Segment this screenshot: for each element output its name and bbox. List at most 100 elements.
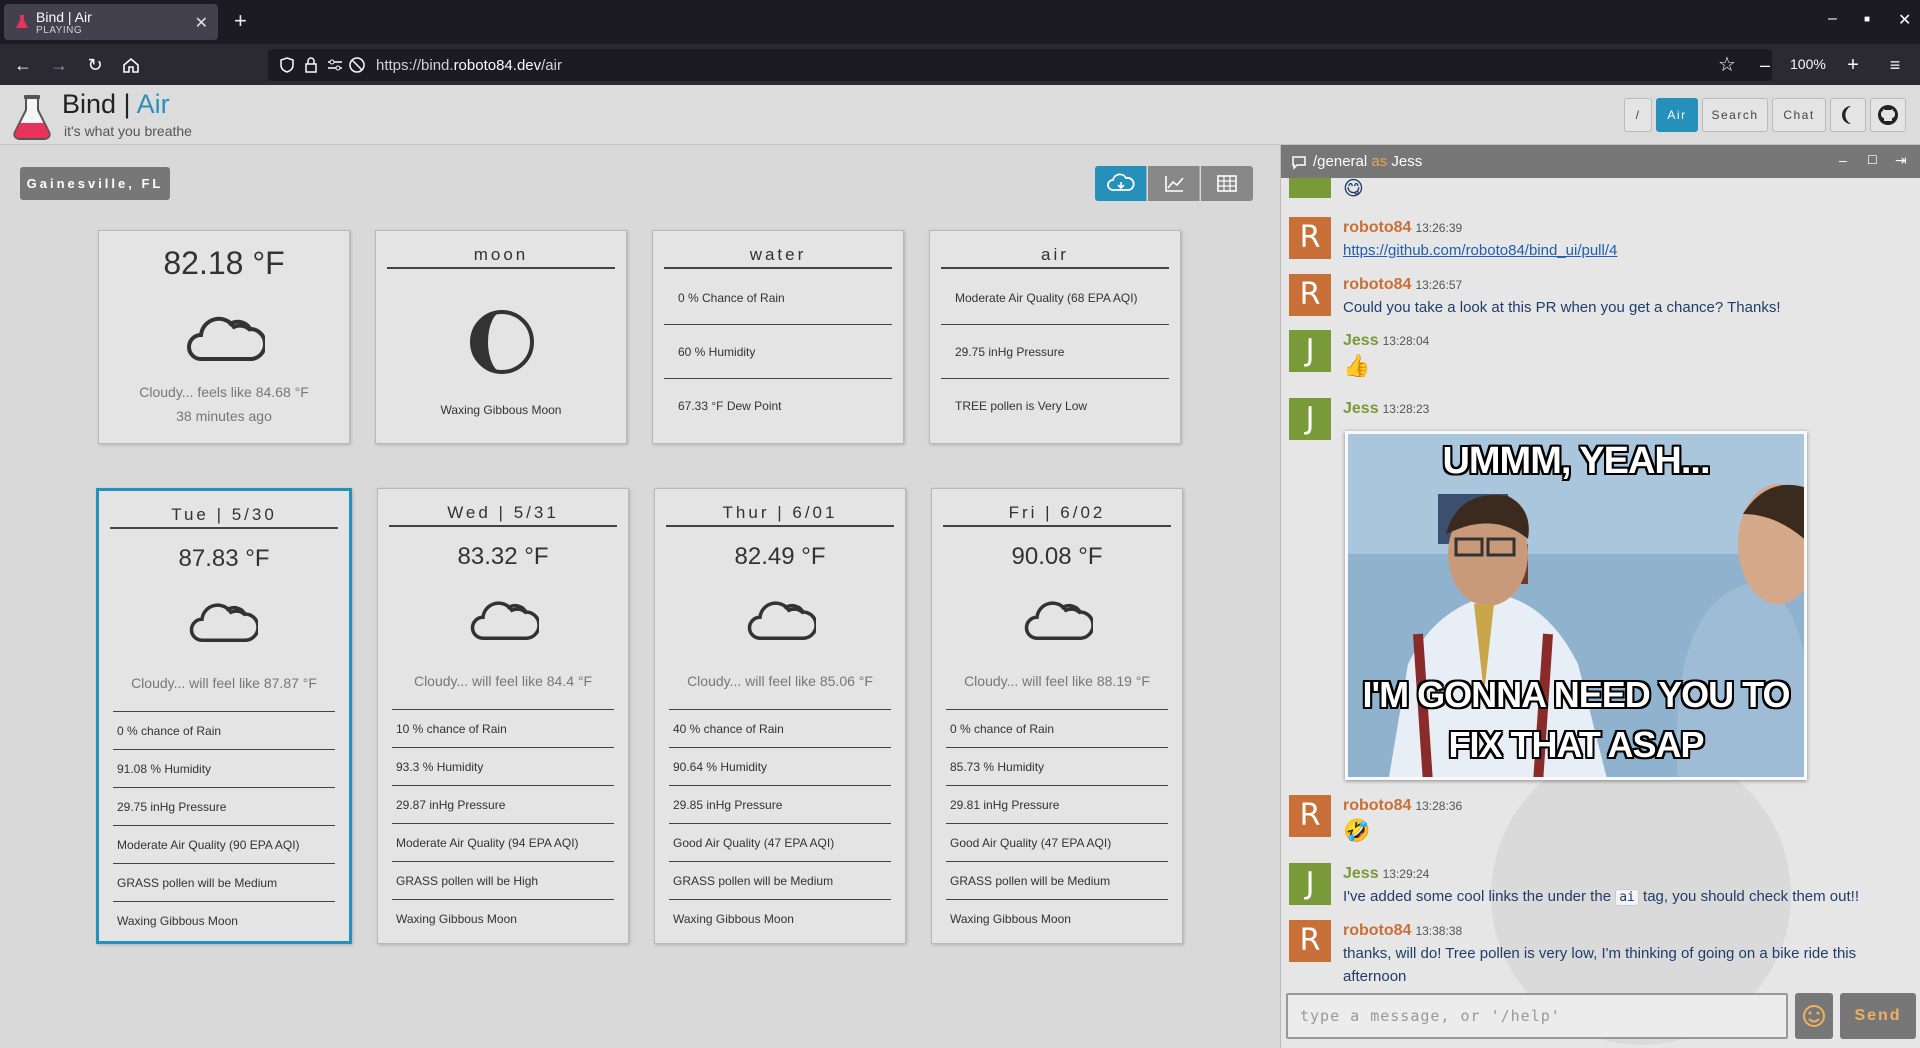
- forecast-pressure: 29.85 inHg Pressure: [669, 785, 891, 823]
- forecast-pressure: 29.81 inHg Pressure: [946, 785, 1168, 823]
- forecast-feels-like: Cloudy... will feel like 88.19 °F: [964, 673, 1150, 689]
- view-toggle-group: [1095, 166, 1253, 201]
- message-text: 🤣: [1343, 818, 1371, 843]
- menu-icon[interactable]: ≡: [1882, 52, 1908, 78]
- chat-channel-title: /general as Jess: [1313, 153, 1423, 170]
- url-text: https://bind.roboto84.dev/air: [376, 57, 562, 74]
- air-pollen: TREE pollen is Very Low: [955, 399, 1088, 413]
- current-updated: 38 minutes ago: [176, 408, 272, 424]
- water-card-title: water: [664, 245, 892, 269]
- chat-message-input[interactable]: [1288, 995, 1786, 1037]
- moon-icon: [1842, 106, 1851, 124]
- flask-icon: [16, 15, 28, 28]
- message-author: Jess 13:28:04: [1343, 332, 1430, 349]
- flask-logo-icon: [13, 95, 51, 140]
- avatar: J: [1289, 398, 1331, 440]
- forecast-card[interactable]: Fri | 6/02 90.08 °F Cloudy... will feel …: [931, 488, 1183, 944]
- forecast-temperature: 90.08 °F: [1011, 543, 1103, 570]
- nav-search-button[interactable]: Search: [1702, 98, 1768, 132]
- forecast-rain: 0 % chance of Rain: [946, 709, 1168, 747]
- back-arrow-icon[interactable]: ←: [10, 52, 36, 78]
- avatar: J: [1289, 330, 1331, 372]
- new-tab-icon[interactable]: +: [234, 8, 247, 34]
- avatar: R: [1289, 274, 1331, 316]
- forecast-feels-like: Cloudy... will feel like 85.06 °F: [687, 673, 873, 689]
- forecast-pollen: GRASS pollen will be Medium: [669, 861, 891, 899]
- forward-arrow-icon[interactable]: →: [46, 52, 72, 78]
- shield-icon[interactable]: [278, 56, 296, 74]
- close-tab-icon[interactable]: ✕: [195, 13, 208, 33]
- autoplay-blocked-icon[interactable]: [348, 56, 366, 74]
- nav-air-button[interactable]: Air: [1656, 98, 1698, 132]
- message-text: thanks, will do! Tree pollen is very low…: [1343, 945, 1857, 985]
- avatar: R: [1289, 217, 1331, 259]
- avatar: [1289, 178, 1331, 198]
- forecast-pollen: GRASS pollen will be Medium: [946, 861, 1168, 899]
- home-icon[interactable]: [118, 52, 144, 78]
- chart-view-button[interactable]: [1148, 166, 1200, 201]
- forecast-day: Tue | 5/30: [110, 505, 338, 529]
- zoom-in-icon[interactable]: +: [1840, 52, 1866, 78]
- minimize-window-icon[interactable]: –: [1828, 10, 1837, 28]
- forecast-card[interactable]: Tue | 5/30 87.83 °F Cloudy... will feel …: [96, 488, 352, 944]
- github-button[interactable]: [1870, 98, 1906, 132]
- water-rain-chance: 0 % Chance of Rain: [664, 271, 892, 325]
- emoji-button[interactable]: [1795, 993, 1833, 1039]
- location-badge[interactable]: Gainesville, FL: [20, 167, 170, 200]
- message-text: 👍: [1343, 353, 1371, 378]
- maximize-window-icon[interactable]: ■: [1864, 14, 1870, 25]
- nav-root-button[interactable]: /: [1624, 98, 1652, 132]
- chat-header: /general as Jess – ☐ ⇥: [1281, 145, 1920, 178]
- forecast-feels-like: Cloudy... will feel like 87.87 °F: [131, 675, 317, 691]
- message-author: Jess 13:28:23: [1343, 400, 1430, 417]
- line-chart-icon: [1165, 176, 1184, 192]
- table-view-button[interactable]: [1201, 166, 1253, 201]
- forecast-feels-like: Cloudy... will feel like 84.4 °F: [413, 673, 593, 689]
- dark-mode-button[interactable]: [1830, 98, 1866, 132]
- meme-bottom-text-line-1: I'M GONNA NEED YOU TO: [1362, 674, 1791, 715]
- message-text: I've added some cool links the under the…: [1343, 888, 1859, 906]
- chat-bubble-icon: [1292, 156, 1306, 170]
- message-text: 😋: [1343, 178, 1364, 200]
- current-temperature: 82.18 °F: [163, 245, 285, 281]
- nav-chat-button[interactable]: Chat: [1772, 98, 1826, 132]
- lock-icon[interactable]: [302, 56, 320, 74]
- forecast-pollen: GRASS pollen will be Medium: [113, 863, 335, 901]
- minimize-chat-icon[interactable]: –: [1839, 152, 1847, 168]
- current-feels-like: Cloudy... feels like 84.68 °F: [139, 384, 309, 400]
- reload-icon[interactable]: ↻: [82, 52, 108, 78]
- forecast-card[interactable]: Wed | 5/31 83.32 °F Cloudy... will feel …: [377, 488, 629, 944]
- water-dew-point: 67.33 °F Dew Point: [678, 399, 782, 413]
- air-quality: Moderate Air Quality (68 EPA AQI): [941, 271, 1169, 325]
- close-window-icon[interactable]: ✕: [1898, 10, 1911, 30]
- forecast-card[interactable]: Thur | 6/01 82.49 °F Cloudy... will feel…: [654, 488, 906, 944]
- forecast-air-quality: Moderate Air Quality (90 EPA AQI): [113, 825, 335, 863]
- tag-code: ai: [1615, 889, 1639, 906]
- message-author: roboto84 13:26:39: [1343, 219, 1463, 236]
- cloud-icon: [1024, 601, 1093, 640]
- forecast-air-quality: Good Air Quality (47 EPA AQI): [946, 823, 1168, 861]
- meme-bottom-text-line-2: FIX THAT ASAP: [1448, 724, 1705, 765]
- moon-card-title: moon: [387, 245, 615, 269]
- avatar: R: [1289, 920, 1331, 962]
- zoom-out-icon[interactable]: –: [1752, 52, 1778, 78]
- forecast-moon: Waxing Gibbous Moon: [113, 901, 335, 939]
- message-link[interactable]: https://github.com/roboto84/bind_ui/pull…: [1343, 242, 1617, 259]
- forecast-moon: Waxing Gibbous Moon: [392, 899, 614, 937]
- avatar: R: [1289, 795, 1331, 837]
- url-bar[interactable]: https://bind.roboto84.dev/air: [268, 49, 1772, 81]
- meme-image[interactable]: UMMM, YEAH... I'M GONNA NEED YOU TO FIX …: [1345, 431, 1807, 780]
- forecast-temperature: 83.32 °F: [457, 543, 549, 570]
- current-weather-card: 82.18 °F Cloudy... feels like 84.68 °F 3…: [98, 230, 350, 444]
- chat-input-box: [1286, 993, 1788, 1039]
- permissions-icon[interactable]: [326, 56, 344, 74]
- browser-tab[interactable]: Bind | Air PLAYING ✕: [4, 4, 218, 40]
- zoom-level[interactable]: 100%: [1790, 56, 1826, 72]
- bookmark-star-icon[interactable]: ☆: [1714, 52, 1740, 78]
- current-view-button[interactable]: [1095, 166, 1147, 201]
- air-pressure: 29.75 inHg Pressure: [941, 325, 1169, 379]
- maximize-chat-icon[interactable]: ☐: [1867, 153, 1878, 167]
- send-button[interactable]: Send: [1840, 993, 1916, 1039]
- forecast-humidity: 85.73 % Humidity: [946, 747, 1168, 785]
- pop-out-chat-icon[interactable]: ⇥: [1895, 152, 1907, 169]
